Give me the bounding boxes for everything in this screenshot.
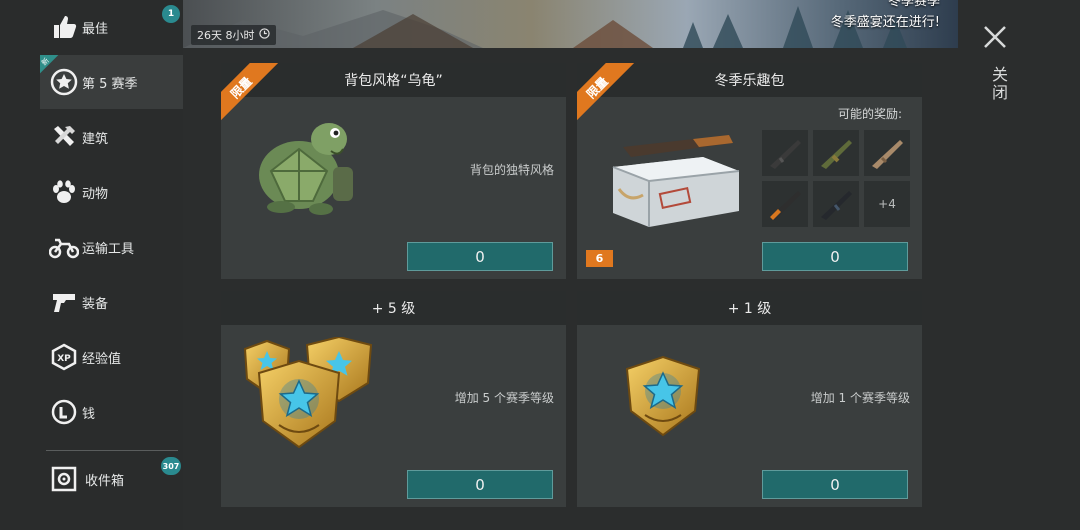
motorcycle-icon bbox=[48, 231, 80, 263]
buy-button[interactable]: 0 bbox=[762, 470, 908, 499]
sidebar-item-equipment[interactable]: 装备 bbox=[40, 275, 183, 329]
xp-icon: XP bbox=[48, 341, 80, 373]
svg-text:XP: XP bbox=[57, 354, 71, 364]
sidebar-item-label: 运输工具 bbox=[82, 242, 135, 257]
banner-subtitle: 冬季盛宴还在进行! bbox=[830, 15, 940, 30]
star-badge-icon bbox=[48, 66, 80, 98]
season-badges-image bbox=[241, 335, 376, 459]
coin-icon bbox=[48, 396, 80, 428]
limited-ribbon: 限量 bbox=[577, 63, 641, 127]
buy-button[interactable]: 0 bbox=[407, 470, 553, 499]
sidebar: 最佳 1 新 第 5 赛季 建筑 动物 运输工具 装备 XP 经验值 钱 收件箱… bbox=[0, 0, 183, 530]
reward-rifle-black[interactable] bbox=[813, 181, 859, 227]
count-badge: 6 bbox=[586, 250, 613, 267]
season-timer: 26天 8小时 bbox=[191, 25, 276, 45]
right-panel bbox=[960, 0, 1080, 530]
pistol-icon bbox=[48, 286, 80, 318]
sidebar-item-best[interactable]: 最佳 bbox=[40, 0, 183, 54]
reward-rifle-camo[interactable] bbox=[813, 130, 859, 176]
card-description: 增加 5 个赛季等级 bbox=[454, 391, 554, 405]
sidebar-item-label: 建筑 bbox=[82, 132, 109, 147]
buy-button[interactable]: 0 bbox=[762, 242, 908, 271]
season-banner[interactable]: 26天 8小时 冬季赛季 冬季盛宴还在进行! bbox=[183, 0, 958, 48]
offer-card-plus-5-levels[interactable]: + 5 级 增加 5 个赛季等级 0 bbox=[221, 291, 566, 507]
sidebar-item-label: 收件箱 bbox=[85, 474, 125, 489]
reward-rifle-orange[interactable] bbox=[762, 181, 808, 227]
sidebar-item-building[interactable]: 建筑 bbox=[40, 110, 183, 164]
sidebar-item-season-5[interactable]: 新 第 5 赛季 bbox=[40, 55, 183, 109]
sidebar-item-money[interactable]: 钱 bbox=[40, 385, 183, 439]
close-icon[interactable] bbox=[982, 24, 1008, 50]
sidebar-item-label: 装备 bbox=[82, 297, 109, 312]
sidebar-item-animals[interactable]: 动物 bbox=[40, 165, 183, 219]
notification-badge: 1 bbox=[162, 5, 180, 23]
offer-card-plus-1-level[interactable]: + 1 级 增加 1 个赛季等级 0 bbox=[577, 291, 922, 507]
paw-icon bbox=[48, 176, 80, 208]
buy-button[interactable]: 0 bbox=[407, 242, 553, 271]
card-description: 背包的独特风格 bbox=[469, 163, 554, 177]
sidebar-item-label: 第 5 赛季 bbox=[82, 77, 138, 92]
offer-card-turtle-backpack[interactable]: 背包风格“乌龟” 限量 背包的独特风格 0 bbox=[221, 63, 566, 279]
sidebar-item-label: 钱 bbox=[82, 407, 96, 422]
card-description: 增加 1 个赛季等级 bbox=[810, 391, 910, 405]
sidebar-divider bbox=[46, 450, 178, 451]
sidebar-item-label: 最佳 bbox=[82, 22, 109, 37]
timer-text: 26天 8小时 bbox=[197, 29, 255, 42]
thumbs-up-icon bbox=[48, 11, 80, 43]
card-title: + 1 级 bbox=[577, 291, 922, 325]
sidebar-item-label: 动物 bbox=[82, 187, 109, 202]
offer-card-winter-pack[interactable]: 冬季乐趣包 限量 6 可能的奖励: +4 0 bbox=[577, 63, 922, 279]
crate-image bbox=[603, 127, 743, 235]
tools-icon bbox=[48, 121, 80, 153]
sidebar-item-vehicles[interactable]: 运输工具 bbox=[40, 220, 183, 274]
reward-more[interactable]: +4 bbox=[864, 181, 910, 227]
card-title: + 5 级 bbox=[221, 291, 566, 325]
sidebar-item-label: 经验值 bbox=[82, 352, 122, 367]
turtle-backpack-image bbox=[251, 111, 363, 227]
season-badge-image bbox=[623, 355, 703, 443]
sidebar-item-xp[interactable]: XP 经验值 bbox=[40, 330, 183, 384]
clock-icon bbox=[258, 28, 270, 42]
safe-icon bbox=[48, 463, 80, 495]
banner-title: 冬季赛季 bbox=[887, 0, 940, 9]
rewards-label: 可能的奖励: bbox=[837, 107, 902, 121]
reward-rifle-tan[interactable] bbox=[864, 130, 910, 176]
reward-rifle-dark[interactable] bbox=[762, 130, 808, 176]
notification-badge: 307 bbox=[161, 457, 181, 475]
close-label[interactable]: 关闭 bbox=[986, 66, 1010, 102]
